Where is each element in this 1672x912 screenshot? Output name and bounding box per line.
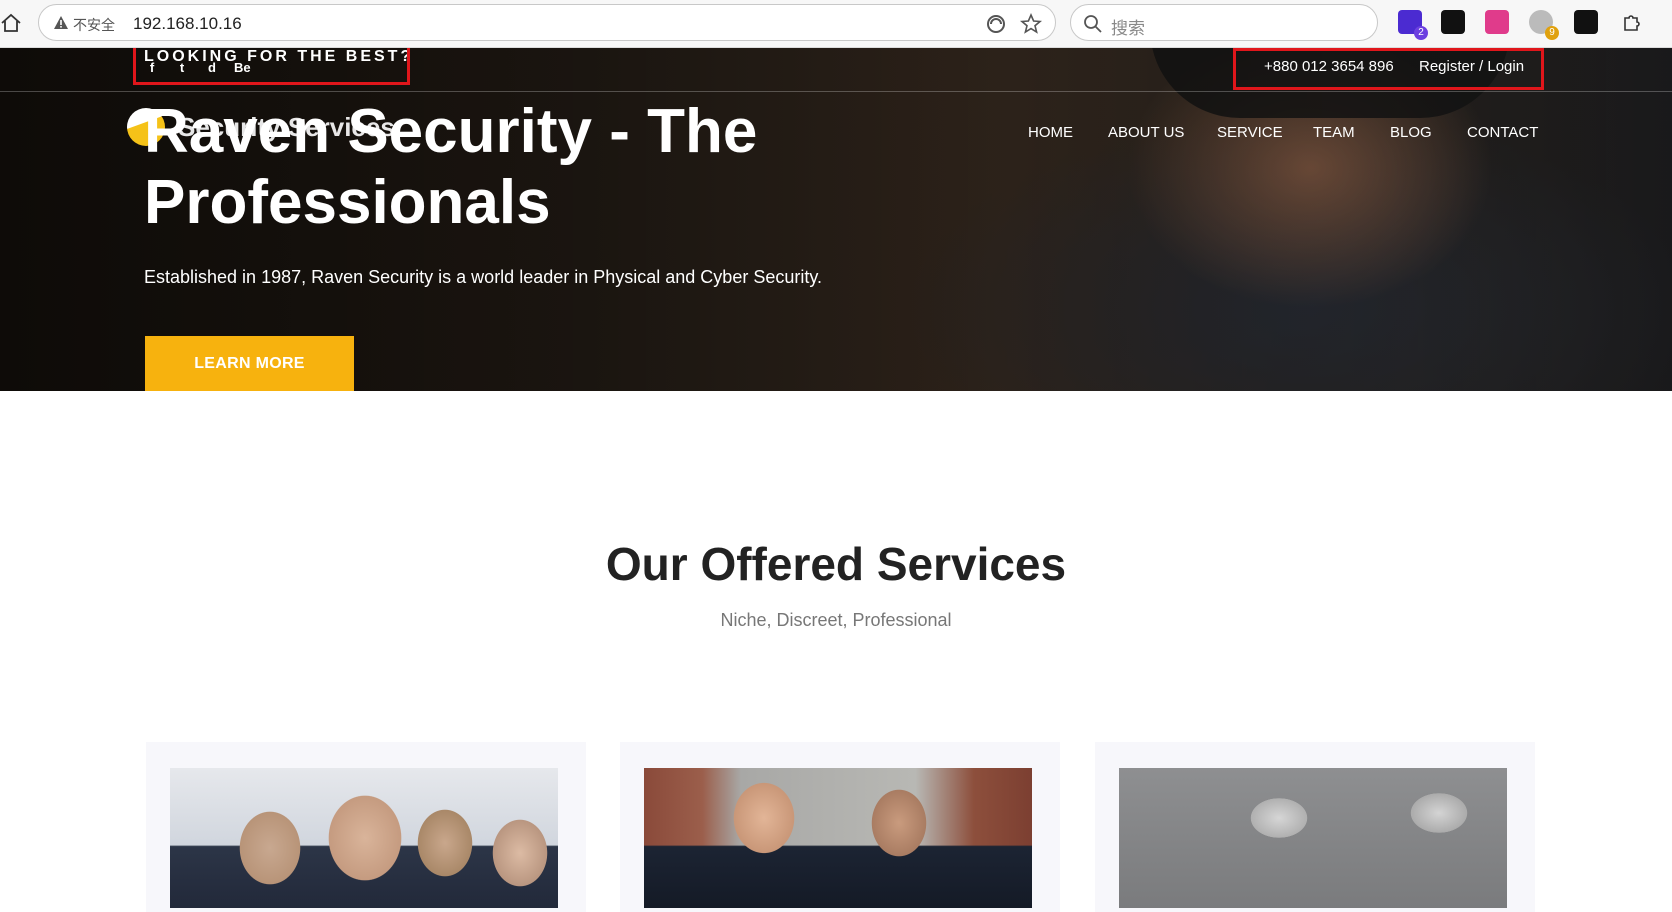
services-subtitle: Niche, Discreet, Professional: [720, 610, 952, 630]
search-icon: [1083, 14, 1103, 34]
nav-about-us[interactable]: ABOUT US: [1108, 124, 1184, 141]
hero-subtitle: Established in 1987, Raven Security is a…: [144, 267, 823, 287]
nav-home[interactable]: HOME: [1028, 124, 1073, 141]
service-card[interactable]: [620, 742, 1060, 912]
service-card-image: [170, 768, 558, 908]
services-title: Our Offered Services: [605, 538, 1067, 590]
home-icon[interactable]: [0, 10, 22, 36]
extension-icon[interactable]: [1441, 10, 1465, 34]
highlight-box-contact: [1233, 48, 1544, 90]
service-card-image: [644, 768, 1032, 908]
extension-icon[interactable]: [1574, 10, 1598, 34]
translate-extension-icon[interactable]: [1485, 10, 1509, 34]
url-text[interactable]: 192.168.10.16: [133, 14, 242, 34]
extension-icon[interactable]: 9: [1529, 10, 1559, 40]
nav-team[interactable]: TEAM: [1313, 124, 1355, 141]
bookmark-star-icon[interactable]: [1019, 12, 1043, 36]
nav-contact[interactable]: CONTACT: [1467, 124, 1538, 141]
hero-title: Raven Security - The Professionals: [144, 97, 758, 237]
nav-service[interactable]: SERVICE: [1217, 124, 1283, 141]
hero-section: f t d Be LOOKING FOR THE BEST? +880 012 …: [0, 48, 1672, 391]
service-card[interactable]: [146, 742, 586, 912]
address-bar[interactable]: 不安全 192.168.10.16: [38, 4, 1056, 41]
service-card[interactable]: [1095, 742, 1535, 912]
extension-icon[interactable]: 2: [1398, 10, 1428, 40]
puzzle-extensions-icon[interactable]: [1620, 10, 1644, 34]
nav-blog[interactable]: BLOG: [1390, 124, 1432, 141]
browser-toolbar: 不安全 192.168.10.16 搜索 2 9: [0, 0, 1672, 48]
extension-badge: 2: [1414, 26, 1428, 40]
extension-badge: 9: [1545, 26, 1559, 40]
highlight-box-tagline: [133, 48, 410, 85]
topbar-divider: [0, 91, 1672, 92]
browser-search-box[interactable]: 搜索: [1070, 4, 1378, 41]
learn-more-button[interactable]: LEARN MORE: [145, 336, 354, 391]
warning-icon: [53, 15, 69, 31]
service-card-image: [1119, 768, 1507, 908]
reader-mode-icon[interactable]: [985, 13, 1007, 35]
search-placeholder: 搜索: [1111, 19, 1145, 39]
insecure-label[interactable]: 不安全: [73, 15, 115, 35]
